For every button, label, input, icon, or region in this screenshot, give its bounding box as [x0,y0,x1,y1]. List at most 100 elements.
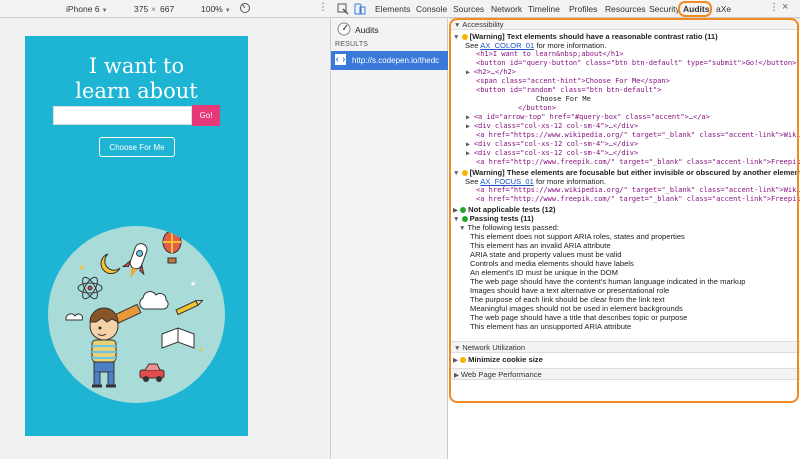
tab-sources[interactable]: Sources [453,4,484,14]
expand-triangle-icon: ▼ [453,170,460,177]
zoom-select[interactable]: 100% ▼ [201,4,231,14]
tab-console[interactable]: Console [416,4,447,14]
passed-item: Controls and media elements should have … [470,259,634,268]
device-name: iPhone 6 [66,4,100,14]
title-line-1: I want to [88,54,185,78]
code-line[interactable]: <button id="query-button" class="btn btn… [476,59,796,68]
svg-text:✦: ✦ [198,346,204,354]
expand-triangle-icon: ▼ [453,34,460,41]
warning-icon [461,33,468,40]
section-title: Web Page Performance [460,370,542,379]
code-line[interactable]: <button id="random" class="btn btn-defau… [476,86,661,95]
tab-security[interactable]: Security [649,4,680,14]
code-line[interactable]: <a href="http://www.freepik.com/" target… [476,195,800,204]
chevron-down-icon: ▼ [224,8,231,14]
expand-triangle-icon: ▶ [454,372,461,379]
ax-focus-link[interactable]: AX_FOCUS_01 [480,177,534,186]
chevron-down-icon: ▼ [101,8,108,14]
code-line[interactable]: <a href="https://www.wikipedia.org/" tar… [476,131,800,140]
minimize-cookie-row[interactable]: ▶ Minimize cookie size [453,355,543,365]
expand-triangle-icon: ▶ [466,149,474,157]
expand-triangle-icon: ▼ [459,225,466,232]
ax-color-link[interactable]: AX_COLOR_01 [480,41,534,50]
audits-gauge-icon [337,22,351,38]
minimize-cookie-label: Minimize cookie size [468,355,543,364]
passing-label: Passing tests (11) [469,214,534,223]
phone-viewport: I want to learn about Go! Choose For Me [25,36,248,436]
see-label: See [465,41,479,50]
page-result-icon [335,54,346,67]
code-line[interactable]: <a href="https://www.wikipedia.org/" tar… [476,186,800,195]
tab-audits[interactable]: Audits [678,1,712,17]
expand-triangle-icon: ▶ [453,357,458,364]
code-line-collapsible[interactable]: ▶ <div class="col-xs-12 col-sm-4">…</div… [466,122,638,131]
results-section-label: RESULTS [335,41,369,48]
dimension-separator: × [151,4,156,14]
see-label: See [465,177,479,186]
device-mode-icon[interactable] [354,3,366,17]
svg-text:★: ★ [190,280,196,288]
code-line[interactable]: </button> [518,104,556,113]
title-line-2: learn about [75,79,198,103]
inspect-element-icon[interactable] [337,3,349,17]
more-info-text: for more information. [536,41,607,50]
more-options-icon[interactable]: ⋮ [318,2,328,13]
close-icon[interactable]: × [782,1,788,13]
code-line-collapsible[interactable]: ▶ <h2>…</h2> [466,68,516,77]
section-title: Accessibility [462,20,504,29]
tab-network[interactable]: Network [491,4,522,14]
passed-header: The following tests passed: [467,223,560,232]
code-line-collapsible[interactable]: ▶ <div class="col-xs-12 col-sm-4">…</div… [466,149,638,158]
passed-item: This element has an invalid ARIA attribu… [470,241,611,250]
section-title: Network Utilization [462,343,526,352]
device-select[interactable]: iPhone 6 ▼ [66,4,108,14]
go-button[interactable]: Go! [192,105,220,126]
expand-triangle-icon: ▶ [466,140,474,148]
warning-title: [Warning] Text elements should have a re… [469,32,718,41]
expand-triangle-icon: ▼ [454,345,463,352]
code-line-collapsible[interactable]: ▶ <a id="arrow-top" href="#query-box" cl… [466,113,710,122]
device-toolbar: iPhone 6 ▼ 375 × 667 100% ▼ ⋮ [0,0,331,18]
tab-elements[interactable]: Elements [375,4,410,14]
tab-resources[interactable]: Resources [605,4,646,14]
search-input[interactable] [53,106,192,125]
code-text: <div class="col-xs-12 col-sm-4">…</div> [473,149,639,157]
code-line-collapsible[interactable]: ▶ <div class="col-xs-12 col-sm-4">…</div… [466,140,638,149]
height-field[interactable]: 667 [160,4,174,14]
code-line[interactable]: <h1>I want to learn&nbsp;about</h1> [476,50,624,59]
passed-item: This element has an unsupported ARIA att… [470,322,632,331]
sidebar-item-audits[interactable]: Audits [337,22,379,38]
pass-icon [461,215,468,222]
passed-item: The purpose of each link should be clear… [470,295,665,304]
passed-item: An element's ID must be unique in the DO… [470,268,618,277]
code-line[interactable]: <a href="http://www.freepik.com/" target… [476,158,800,167]
device-emulation-pane: iPhone 6 ▼ 375 × 667 100% ▼ ⋮ I want to le… [0,0,331,459]
sidebar-item-result[interactable]: http://s.codepen.io/thedc [331,51,448,70]
more-options-icon[interactable]: ⋮ [769,2,779,13]
code-text: <a id="arrow-top" href="#query-box" clas… [473,113,710,121]
code-text: <h2>…</h2> [473,68,516,76]
width-field[interactable]: 375 [134,4,148,14]
warning-icon [461,169,468,176]
devtools-panel: Elements Console Sources Network Timelin… [331,0,800,459]
passed-item: ARIA state and property values must be v… [470,250,622,259]
tab-profiles[interactable]: Profiles [569,4,597,14]
expand-triangle-icon: ▼ [453,216,460,223]
passed-item: The web page should have the content's h… [470,277,746,286]
kid-with-telescope-illustration: ★ ★ ✦ [48,226,225,403]
devtools-tab-bar: Elements Console Sources Network Timelin… [331,0,800,18]
svg-text:★: ★ [78,263,85,272]
choose-for-me-button[interactable]: Choose For Me [99,137,175,157]
accessibility-section-header[interactable]: ▼ Accessibility [449,18,800,30]
code-line[interactable]: <span class="accent-hint">Choose For Me<… [476,77,670,86]
tab-axe[interactable]: aXe [716,4,731,14]
audits-sidebar: Audits RESULTS http://s.codepen.io/thedc [331,18,448,459]
more-info-text: for more information. [535,177,607,186]
tab-timeline[interactable]: Timeline [528,4,560,14]
tab-audits-label: Audits [683,4,710,14]
code-line[interactable]: Choose For Me [536,95,591,104]
rotate-icon[interactable] [239,2,251,16]
network-section-header[interactable]: ▼ Network Utilization [449,341,800,353]
performance-section-header[interactable]: ▶ Web Page Performance [449,368,800,380]
expand-triangle-icon: ▶ [466,122,474,130]
